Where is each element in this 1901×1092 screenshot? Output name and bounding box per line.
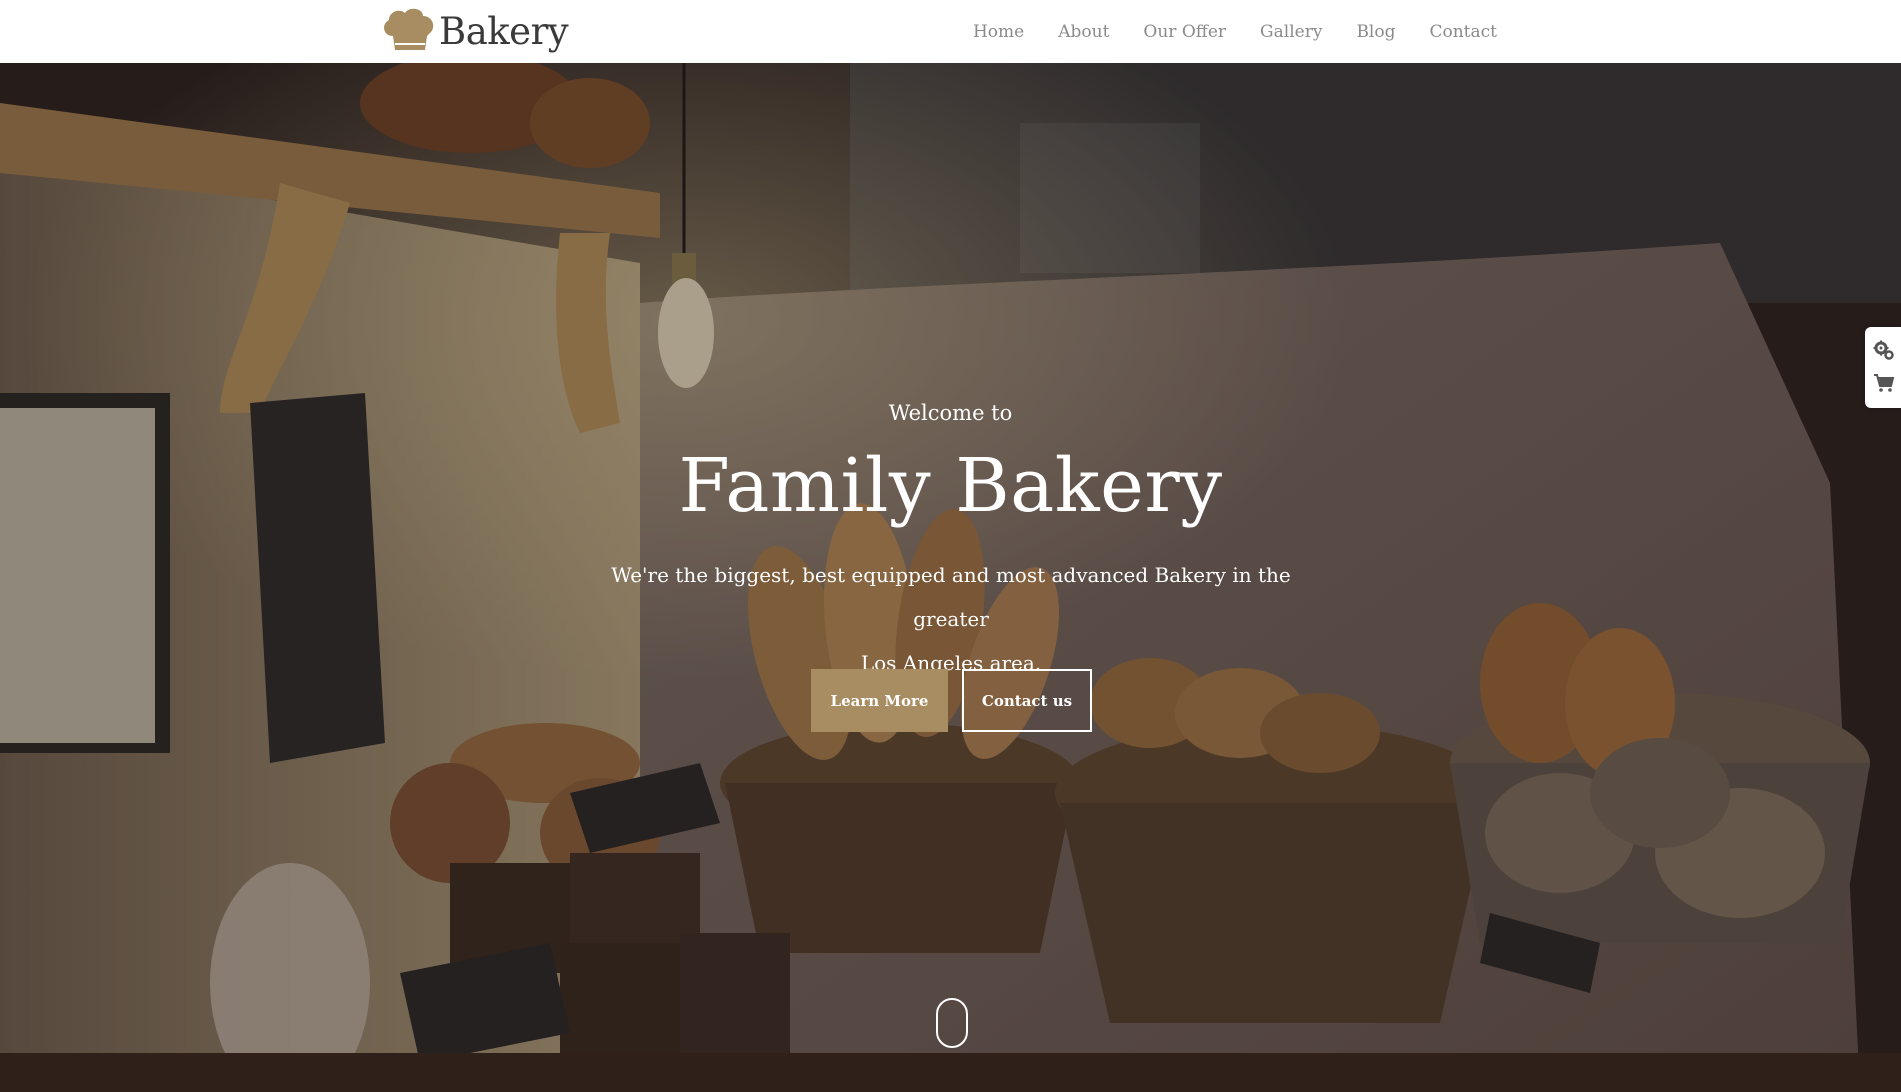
main-nav: Home About Our Offer Gallery Blog Contac… (973, 0, 1497, 63)
hero-description-line2: Los Angeles area. (860, 651, 1042, 675)
nav-blog[interactable]: Blog (1356, 22, 1395, 42)
gears-icon[interactable] (1873, 340, 1895, 362)
site-header: Bakery Home About Our Offer Gallery Blog… (0, 0, 1901, 63)
chef-hat-icon (384, 8, 434, 50)
nav-home[interactable]: Home (973, 22, 1024, 42)
nav-our-offer[interactable]: Our Offer (1143, 22, 1226, 42)
shopping-cart-icon[interactable] (1873, 372, 1895, 394)
hero-section: Welcome to Family Bakery We're the bigge… (0, 63, 1901, 1092)
hero-title: Family Bakery (678, 443, 1223, 529)
nav-contact[interactable]: Contact (1429, 22, 1497, 42)
mouse-scroll-icon[interactable] (936, 998, 968, 1048)
side-toolbar (1865, 327, 1901, 408)
site-logo[interactable]: Bakery (381, 6, 569, 56)
hero-description-line1: We're the biggest, best equipped and mos… (611, 563, 1291, 631)
nav-about[interactable]: About (1058, 22, 1109, 42)
hero-description: We're the biggest, best equipped and mos… (600, 553, 1302, 685)
nav-gallery[interactable]: Gallery (1260, 22, 1322, 42)
contact-us-button[interactable]: Contact us (962, 669, 1092, 732)
learn-more-button[interactable]: Learn More (811, 669, 948, 732)
hero-content: Welcome to Family Bakery We're the bigge… (0, 63, 1901, 1092)
logo-text: Bakery (439, 9, 569, 53)
hero-welcome-text: Welcome to (888, 401, 1013, 425)
